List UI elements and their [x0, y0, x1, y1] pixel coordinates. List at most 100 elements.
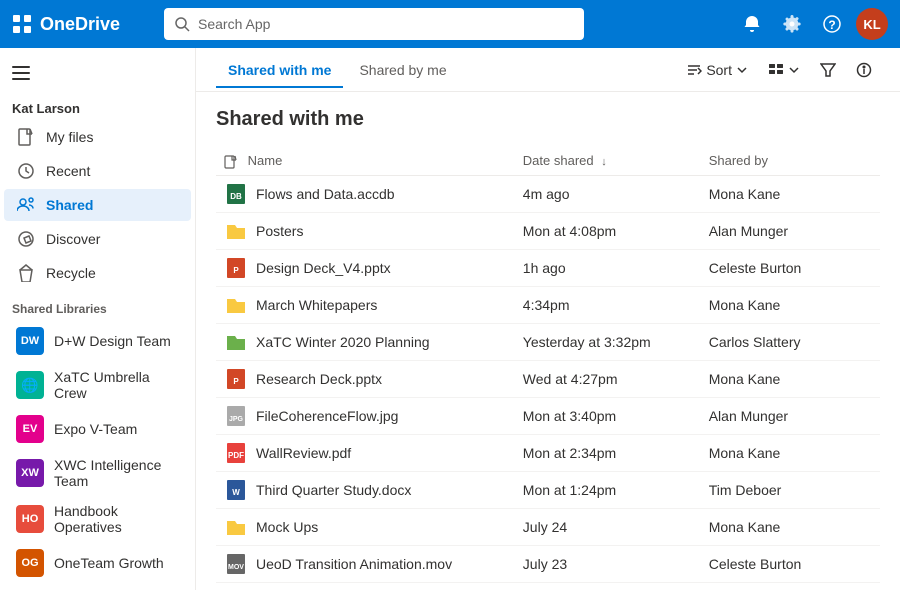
view-toggle-button[interactable] [760, 58, 808, 82]
list-view-icon [768, 62, 784, 78]
svg-text:DB: DB [230, 192, 242, 201]
file-type-icon: W [224, 478, 248, 502]
shared-by-cell: Mona Kane [701, 508, 880, 545]
sidebar-item-shared[interactable]: Shared [4, 189, 191, 221]
file-type-icon [224, 515, 248, 539]
recycle-icon [16, 263, 36, 283]
sort-button[interactable]: Sort [678, 58, 756, 82]
table-row[interactable]: P Design Deck_V4.pptx 1h ago Celeste Bur… [216, 249, 880, 286]
tab-shared-with-me[interactable]: Shared with me [216, 52, 343, 88]
file-name: UeoD Transition Animation.mov [256, 556, 452, 572]
filter-icon [820, 62, 836, 78]
date-shared-cell: Mon at 3:40pm [515, 397, 701, 434]
notifications-icon[interactable] [736, 8, 768, 40]
sidebar-item-recycle[interactable]: Recycle [4, 257, 191, 289]
topbar-icons: ? KL [736, 8, 888, 40]
table-row[interactable]: MOV UeoD Transition Animation.mov July 2… [216, 545, 880, 582]
file-name: Research Deck.pptx [256, 371, 382, 387]
file-type-icon: DB [224, 182, 248, 206]
col-header-name[interactable]: Name [216, 147, 515, 175]
sidebar-library-xwc[interactable]: XW XWC Intelligence Team [4, 451, 191, 495]
tab-actions: Sort [678, 58, 880, 82]
file-name: Third Quarter Study.docx [256, 482, 411, 498]
date-shared-cell: 1h ago [515, 249, 701, 286]
date-shared-cell: 4:34pm [515, 286, 701, 323]
table-row[interactable]: P Research Deck.pptx Wed at 4:27pm Mona … [216, 360, 880, 397]
sidebar-library-ev[interactable]: EV Expo V-Team [4, 409, 191, 449]
sidebar-library-og[interactable]: OG OneTeam Growth [4, 543, 191, 583]
topbar: OneDrive Search App ? KL [0, 0, 900, 48]
date-shared-cell: Mon at 2:34pm [515, 434, 701, 471]
help-icon[interactable]: ? [816, 8, 848, 40]
table-row[interactable]: PDF WallReview.pdf Mon at 2:34pm Mona Ka… [216, 434, 880, 471]
shared-by-cell: Celeste Burton [701, 249, 880, 286]
table-row[interactable]: Posters Mon at 4:08pm Alan Munger [216, 212, 880, 249]
content-area: Shared with me Shared by me Sort [196, 48, 900, 590]
date-shared-cell: 4m ago [515, 175, 701, 212]
sidebar-item-label: Recycle [46, 265, 96, 281]
file-name: FileCoherenceFlow.jpg [256, 408, 398, 424]
library-label: XWC Intelligence Team [54, 457, 179, 489]
sort-icon [686, 62, 702, 78]
table-row[interactable]: JPG FileCoherenceFlow.jpg Mon at 3:40pm … [216, 397, 880, 434]
hamburger-menu[interactable] [0, 56, 195, 93]
table-row[interactable]: Mock Ups July 24 Mona Kane [216, 508, 880, 545]
user-avatar[interactable]: KL [856, 8, 888, 40]
shared-by-cell: Alan Munger [701, 397, 880, 434]
library-label: Handbook Operatives [54, 503, 179, 535]
library-icon-xwc: XW [16, 459, 44, 487]
shared-by-cell: Alan Munger [701, 212, 880, 249]
library-icon-dw: DW [16, 327, 44, 355]
date-shared-cell: July 23 [515, 545, 701, 582]
grid-icon[interactable] [12, 14, 32, 34]
file-name: Mock Ups [256, 519, 318, 535]
file-type-icon [224, 330, 248, 354]
sidebar-item-recent[interactable]: Recent [4, 155, 191, 187]
col-header-shared-by[interactable]: Shared by [701, 147, 880, 175]
sidebar-item-discover[interactable]: Discover [4, 223, 191, 255]
col-shared-by-label: Shared by [709, 153, 768, 168]
library-label: XaTC Umbrella Crew [54, 369, 179, 401]
sidebar-library-ho[interactable]: HO Handbook Operatives [4, 497, 191, 541]
file-type-icon: JPG [224, 404, 248, 428]
date-shared-cell: Mon at 1:24pm [515, 471, 701, 508]
svg-text:P: P [233, 377, 239, 386]
search-bar[interactable]: Search App [164, 8, 584, 40]
file-type-icon [224, 219, 248, 243]
table-row[interactable]: XaTC Winter 2020 Planning Yesterday at 3… [216, 323, 880, 360]
app-logo: OneDrive [12, 14, 152, 35]
files-table: Name Date shared ↓ Shared by DB [216, 147, 880, 583]
settings-icon[interactable] [776, 8, 808, 40]
page-title: Shared with me [216, 108, 880, 131]
file-type-icon: PDF [224, 441, 248, 465]
search-placeholder: Search App [198, 16, 270, 32]
sidebar-item-label: Recent [46, 163, 90, 179]
svg-text:P: P [233, 266, 239, 275]
svg-text:W: W [232, 488, 240, 497]
shared-icon [16, 195, 36, 215]
info-button[interactable] [848, 58, 880, 82]
sidebar-item-label: Discover [46, 231, 100, 247]
date-shared-cell: Wed at 4:27pm [515, 360, 701, 397]
svg-text:JPG: JPG [229, 416, 244, 423]
col-name-label: Name [248, 153, 283, 168]
shared-by-cell: Carlos Slattery [701, 323, 880, 360]
sidebar-library-pt[interactable]: PT Paris Team [4, 585, 191, 590]
sidebar: Kat Larson My files Recent [0, 48, 196, 590]
content-body: Shared with me Name Da [196, 92, 900, 590]
main-layout: Kat Larson My files Recent [0, 48, 900, 590]
col-header-date[interactable]: Date shared ↓ [515, 147, 701, 175]
filter-button[interactable] [812, 58, 844, 82]
library-label: D+W Design Team [54, 333, 171, 349]
sidebar-library-dw[interactable]: DW D+W Design Team [4, 321, 191, 361]
table-row[interactable]: W Third Quarter Study.docx Mon at 1:24pm… [216, 471, 880, 508]
sidebar-library-xatc[interactable]: 🌐 XaTC Umbrella Crew [4, 363, 191, 407]
shared-by-cell: Mona Kane [701, 175, 880, 212]
file-name: Flows and Data.accdb [256, 186, 395, 202]
shared-by-cell: Mona Kane [701, 286, 880, 323]
table-row[interactable]: March Whitepapers 4:34pm Mona Kane [216, 286, 880, 323]
tab-shared-by-me[interactable]: Shared by me [347, 52, 458, 88]
table-row[interactable]: DB Flows and Data.accdb 4m ago Mona Kane [216, 175, 880, 212]
col-date-label: Date shared [523, 153, 594, 168]
sidebar-item-my-files[interactable]: My files [4, 121, 191, 153]
